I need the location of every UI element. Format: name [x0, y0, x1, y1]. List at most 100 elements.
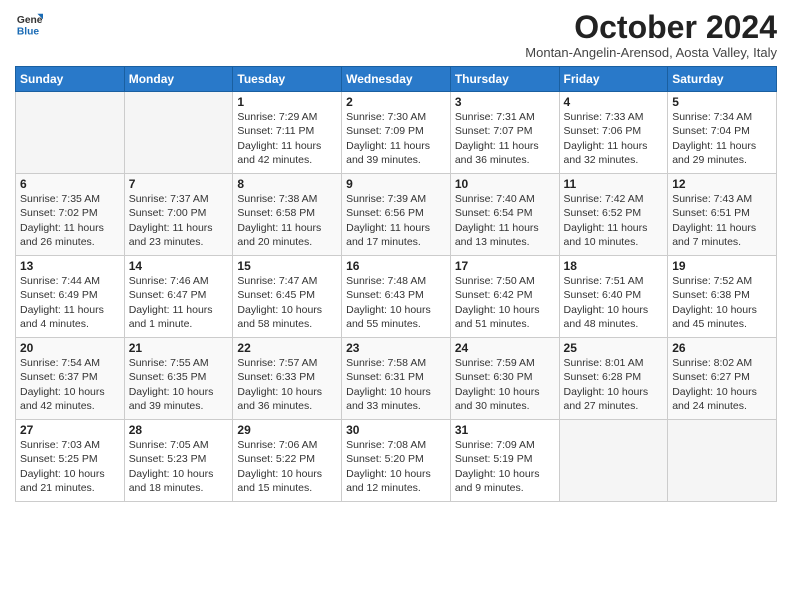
- day-info: Sunrise: 7:54 AM Sunset: 6:37 PM Dayligh…: [20, 356, 120, 413]
- weekday-header-cell: Wednesday: [342, 67, 451, 92]
- day-info: Sunrise: 7:58 AM Sunset: 6:31 PM Dayligh…: [346, 356, 446, 413]
- day-number: 7: [129, 177, 229, 191]
- day-number: 3: [455, 95, 555, 109]
- calendar-cell: 31Sunrise: 7:09 AM Sunset: 5:19 PM Dayli…: [450, 420, 559, 502]
- calendar-cell: 14Sunrise: 7:46 AM Sunset: 6:47 PM Dayli…: [124, 256, 233, 338]
- calendar-cell: [124, 92, 233, 174]
- day-number: 21: [129, 341, 229, 355]
- calendar-cell: 12Sunrise: 7:43 AM Sunset: 6:51 PM Dayli…: [668, 174, 777, 256]
- day-info: Sunrise: 7:44 AM Sunset: 6:49 PM Dayligh…: [20, 274, 120, 331]
- title-block: October 2024 Montan-Angelin-Arensod, Aos…: [525, 10, 777, 60]
- calendar-cell: 7Sunrise: 7:37 AM Sunset: 7:00 PM Daylig…: [124, 174, 233, 256]
- calendar-cell: 17Sunrise: 7:50 AM Sunset: 6:42 PM Dayli…: [450, 256, 559, 338]
- calendar-cell: 15Sunrise: 7:47 AM Sunset: 6:45 PM Dayli…: [233, 256, 342, 338]
- calendar-cell: 16Sunrise: 7:48 AM Sunset: 6:43 PM Dayli…: [342, 256, 451, 338]
- calendar-cell: 8Sunrise: 7:38 AM Sunset: 6:58 PM Daylig…: [233, 174, 342, 256]
- day-number: 22: [237, 341, 337, 355]
- day-info: Sunrise: 7:08 AM Sunset: 5:20 PM Dayligh…: [346, 438, 446, 495]
- day-info: Sunrise: 7:30 AM Sunset: 7:09 PM Dayligh…: [346, 110, 446, 167]
- day-info: Sunrise: 7:50 AM Sunset: 6:42 PM Dayligh…: [455, 274, 555, 331]
- day-number: 23: [346, 341, 446, 355]
- day-info: Sunrise: 8:02 AM Sunset: 6:27 PM Dayligh…: [672, 356, 772, 413]
- calendar-cell: 13Sunrise: 7:44 AM Sunset: 6:49 PM Dayli…: [16, 256, 125, 338]
- day-number: 30: [346, 423, 446, 437]
- day-info: Sunrise: 7:29 AM Sunset: 7:11 PM Dayligh…: [237, 110, 337, 167]
- day-info: Sunrise: 7:38 AM Sunset: 6:58 PM Dayligh…: [237, 192, 337, 249]
- calendar-cell: 30Sunrise: 7:08 AM Sunset: 5:20 PM Dayli…: [342, 420, 451, 502]
- calendar-cell: 10Sunrise: 7:40 AM Sunset: 6:54 PM Dayli…: [450, 174, 559, 256]
- calendar-cell: 6Sunrise: 7:35 AM Sunset: 7:02 PM Daylig…: [16, 174, 125, 256]
- calendar-cell: 19Sunrise: 7:52 AM Sunset: 6:38 PM Dayli…: [668, 256, 777, 338]
- location-subtitle: Montan-Angelin-Arensod, Aosta Valley, It…: [525, 45, 777, 60]
- calendar-cell: 18Sunrise: 7:51 AM Sunset: 6:40 PM Dayli…: [559, 256, 668, 338]
- calendar-cell: 26Sunrise: 8:02 AM Sunset: 6:27 PM Dayli…: [668, 338, 777, 420]
- calendar-cell: 2Sunrise: 7:30 AM Sunset: 7:09 PM Daylig…: [342, 92, 451, 174]
- calendar-week-row: 6Sunrise: 7:35 AM Sunset: 7:02 PM Daylig…: [16, 174, 777, 256]
- day-number: 5: [672, 95, 772, 109]
- weekday-header-cell: Tuesday: [233, 67, 342, 92]
- day-number: 27: [20, 423, 120, 437]
- day-info: Sunrise: 7:52 AM Sunset: 6:38 PM Dayligh…: [672, 274, 772, 331]
- calendar-cell: 22Sunrise: 7:57 AM Sunset: 6:33 PM Dayli…: [233, 338, 342, 420]
- calendar-cell: [559, 420, 668, 502]
- calendar-body: 1Sunrise: 7:29 AM Sunset: 7:11 PM Daylig…: [16, 92, 777, 502]
- calendar-cell: 20Sunrise: 7:54 AM Sunset: 6:37 PM Dayli…: [16, 338, 125, 420]
- day-info: Sunrise: 7:33 AM Sunset: 7:06 PM Dayligh…: [564, 110, 664, 167]
- weekday-header-row: SundayMondayTuesdayWednesdayThursdayFrid…: [16, 67, 777, 92]
- day-info: Sunrise: 7:48 AM Sunset: 6:43 PM Dayligh…: [346, 274, 446, 331]
- calendar-cell: 24Sunrise: 7:59 AM Sunset: 6:30 PM Dayli…: [450, 338, 559, 420]
- calendar-cell: 23Sunrise: 7:58 AM Sunset: 6:31 PM Dayli…: [342, 338, 451, 420]
- svg-text:Blue: Blue: [17, 26, 40, 37]
- weekday-header-cell: Monday: [124, 67, 233, 92]
- calendar-week-row: 1Sunrise: 7:29 AM Sunset: 7:11 PM Daylig…: [16, 92, 777, 174]
- day-info: Sunrise: 7:05 AM Sunset: 5:23 PM Dayligh…: [129, 438, 229, 495]
- weekday-header-cell: Sunday: [16, 67, 125, 92]
- day-number: 14: [129, 259, 229, 273]
- calendar-week-row: 20Sunrise: 7:54 AM Sunset: 6:37 PM Dayli…: [16, 338, 777, 420]
- day-number: 2: [346, 95, 446, 109]
- day-info: Sunrise: 7:03 AM Sunset: 5:25 PM Dayligh…: [20, 438, 120, 495]
- calendar-cell: [668, 420, 777, 502]
- calendar-week-row: 13Sunrise: 7:44 AM Sunset: 6:49 PM Dayli…: [16, 256, 777, 338]
- day-number: 8: [237, 177, 337, 191]
- day-info: Sunrise: 7:59 AM Sunset: 6:30 PM Dayligh…: [455, 356, 555, 413]
- day-info: Sunrise: 7:40 AM Sunset: 6:54 PM Dayligh…: [455, 192, 555, 249]
- day-info: Sunrise: 7:09 AM Sunset: 5:19 PM Dayligh…: [455, 438, 555, 495]
- logo-icon: General Blue: [15, 10, 43, 38]
- day-number: 25: [564, 341, 664, 355]
- calendar-cell: 4Sunrise: 7:33 AM Sunset: 7:06 PM Daylig…: [559, 92, 668, 174]
- day-number: 15: [237, 259, 337, 273]
- day-number: 17: [455, 259, 555, 273]
- page-header: General Blue October 2024 Montan-Angelin…: [15, 10, 777, 60]
- weekday-header-cell: Friday: [559, 67, 668, 92]
- calendar-cell: 1Sunrise: 7:29 AM Sunset: 7:11 PM Daylig…: [233, 92, 342, 174]
- calendar-cell: 11Sunrise: 7:42 AM Sunset: 6:52 PM Dayli…: [559, 174, 668, 256]
- day-number: 24: [455, 341, 555, 355]
- day-number: 13: [20, 259, 120, 273]
- day-info: Sunrise: 7:34 AM Sunset: 7:04 PM Dayligh…: [672, 110, 772, 167]
- svg-text:General: General: [17, 15, 43, 26]
- day-number: 20: [20, 341, 120, 355]
- calendar-cell: 28Sunrise: 7:05 AM Sunset: 5:23 PM Dayli…: [124, 420, 233, 502]
- day-number: 19: [672, 259, 772, 273]
- day-number: 12: [672, 177, 772, 191]
- day-number: 16: [346, 259, 446, 273]
- calendar-cell: 9Sunrise: 7:39 AM Sunset: 6:56 PM Daylig…: [342, 174, 451, 256]
- day-number: 26: [672, 341, 772, 355]
- calendar-cell: 21Sunrise: 7:55 AM Sunset: 6:35 PM Dayli…: [124, 338, 233, 420]
- day-number: 11: [564, 177, 664, 191]
- calendar-cell: 5Sunrise: 7:34 AM Sunset: 7:04 PM Daylig…: [668, 92, 777, 174]
- day-number: 4: [564, 95, 664, 109]
- day-number: 18: [564, 259, 664, 273]
- day-info: Sunrise: 7:35 AM Sunset: 7:02 PM Dayligh…: [20, 192, 120, 249]
- month-title: October 2024: [525, 10, 777, 45]
- calendar-cell: [16, 92, 125, 174]
- calendar-cell: 27Sunrise: 7:03 AM Sunset: 5:25 PM Dayli…: [16, 420, 125, 502]
- day-number: 1: [237, 95, 337, 109]
- day-info: Sunrise: 7:47 AM Sunset: 6:45 PM Dayligh…: [237, 274, 337, 331]
- calendar-cell: 25Sunrise: 8:01 AM Sunset: 6:28 PM Dayli…: [559, 338, 668, 420]
- calendar-cell: 3Sunrise: 7:31 AM Sunset: 7:07 PM Daylig…: [450, 92, 559, 174]
- day-info: Sunrise: 7:06 AM Sunset: 5:22 PM Dayligh…: [237, 438, 337, 495]
- day-info: Sunrise: 7:39 AM Sunset: 6:56 PM Dayligh…: [346, 192, 446, 249]
- day-info: Sunrise: 7:46 AM Sunset: 6:47 PM Dayligh…: [129, 274, 229, 331]
